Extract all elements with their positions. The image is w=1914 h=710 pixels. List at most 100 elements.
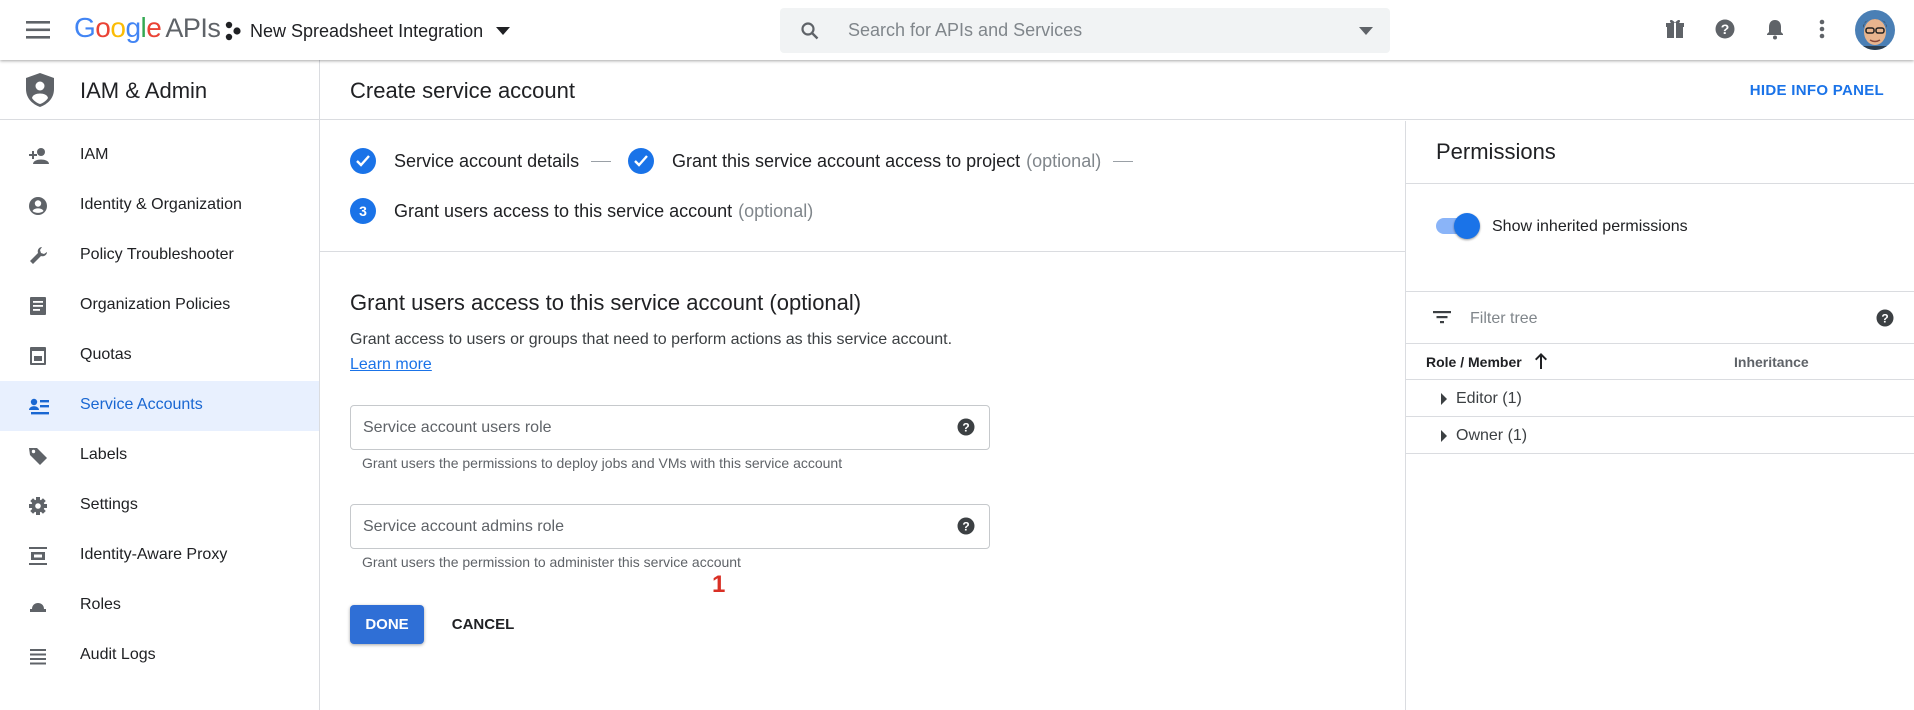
done-button[interactable]: DONE	[350, 605, 424, 644]
more-vert-icon[interactable]	[1818, 18, 1826, 40]
table-row[interactable]: Owner (1)	[1406, 417, 1914, 454]
notifications-icon[interactable]	[1766, 18, 1784, 40]
sidebar-item-label: Policy Troubleshooter	[80, 246, 234, 263]
svg-text:?: ?	[1721, 21, 1730, 37]
step-3-label: Grant users access to this service accou…	[394, 200, 733, 221]
step-2-optional: (optional)	[1026, 150, 1102, 171]
sidebar-item-label: Roles	[80, 596, 121, 613]
stepper: Service account details Grant this servi…	[320, 121, 1405, 252]
inherited-permissions-toggle[interactable]	[1436, 212, 1482, 239]
document-icon	[28, 296, 50, 316]
wrench-icon	[28, 246, 50, 266]
column-header-inheritance: Inheritance	[1734, 354, 1809, 370]
google-apis-logo[interactable]: Google APIs	[74, 12, 221, 44]
sidebar-item-audit-logs[interactable]: Audit Logs	[0, 631, 319, 681]
info-panel-title: Permissions	[1436, 139, 1556, 164]
chevron-down-icon	[495, 26, 511, 36]
menu-icon[interactable]	[24, 17, 52, 43]
learn-more-link[interactable]: Learn more	[350, 356, 432, 374]
sidebar-item-label: Audit Logs	[80, 646, 156, 663]
check-icon	[350, 148, 376, 174]
person-add-icon	[28, 146, 50, 166]
info-panel: Permissions Show inherited permissions ?…	[1405, 121, 1914, 710]
sidebar-item-label: Identity & Organization	[80, 196, 242, 213]
avatar[interactable]	[1855, 10, 1895, 50]
users-role-hint: Grant users the permissions to deploy jo…	[362, 455, 843, 471]
top-bar: GoogleAPIs New Spreadsheet Integration ?	[0, 0, 1914, 60]
search-box	[780, 8, 1390, 53]
roles-icon	[28, 596, 50, 616]
sidebar-title: IAM & Admin	[80, 78, 208, 103]
section-title: Grant users access to this service accou…	[350, 290, 862, 315]
search-dropdown-icon[interactable]	[1358, 26, 1374, 36]
page-title: Create service account	[350, 78, 575, 103]
step-1-label: Service account details	[394, 150, 580, 171]
sidebar-item-label: Labels	[80, 446, 128, 463]
search-icon[interactable]	[800, 21, 820, 41]
admins-role-input[interactable]	[363, 505, 943, 548]
sidebar-item-labels[interactable]: Labels	[0, 431, 319, 481]
users-role-input[interactable]	[363, 406, 943, 449]
chevron-right-icon[interactable]	[1440, 392, 1448, 406]
step-2-label: Grant this service account access to pro…	[672, 150, 1021, 171]
label-icon	[28, 446, 50, 466]
sidebar-item-iam[interactable]: IAM	[0, 131, 319, 181]
proxy-icon	[28, 546, 50, 566]
sidebar-item-roles[interactable]: Roles	[0, 581, 319, 631]
users-role-field: ?	[350, 405, 990, 450]
step-2[interactable]: Grant this service account access to pro…	[628, 148, 1134, 174]
main-content: Service account details Grant this servi…	[320, 121, 1405, 710]
sidebar-item-label: IAM	[80, 146, 109, 163]
check-icon	[628, 148, 654, 174]
svg-text:?: ?	[962, 520, 969, 534]
sidebar: IAM & Admin IAM Identity & Organization …	[0, 60, 320, 710]
project-icon	[224, 21, 242, 41]
search-input[interactable]	[848, 8, 1308, 53]
filter-icon[interactable]	[1432, 309, 1452, 325]
row-label: Editor (1)	[1456, 390, 1522, 407]
divider	[1406, 291, 1914, 292]
gift-icon[interactable]	[1665, 18, 1685, 40]
sidebar-item-quotas[interactable]: Quotas	[0, 331, 319, 381]
sidebar-item-label: Quotas	[80, 346, 132, 363]
sidebar-item-organization-policies[interactable]: Organization Policies	[0, 281, 319, 331]
step-connector	[591, 160, 612, 162]
section-description: Grant access to users or groups that nee…	[350, 331, 953, 348]
gear-icon	[28, 496, 50, 516]
sort-arrow-up-icon[interactable]	[1534, 352, 1548, 370]
sidebar-item-identity-organization[interactable]: Identity & Organization	[0, 181, 319, 231]
step-3-number: 3	[350, 198, 376, 224]
sidebar-item-label: Identity-Aware Proxy	[80, 546, 228, 563]
account-circle-icon	[28, 196, 50, 216]
step-1[interactable]: Service account details	[350, 148, 612, 174]
cancel-button[interactable]: CANCEL	[440, 605, 526, 644]
service-account-icon	[28, 396, 50, 416]
table-header: Role / Member Inheritance	[1406, 343, 1914, 380]
svg-text:?: ?	[962, 421, 969, 435]
table-row[interactable]: Editor (1)	[1406, 380, 1914, 417]
step-3[interactable]: 3 Grant users access to this service acc…	[350, 198, 813, 224]
list-icon	[28, 646, 50, 666]
toggle-label: Show inherited permissions	[1492, 218, 1688, 235]
hide-info-panel-button[interactable]: HIDE INFO PANEL	[1750, 82, 1884, 99]
toggle-knob	[1454, 213, 1480, 239]
annotation-marker: 1	[712, 571, 726, 598]
sidebar-item-identity-aware-proxy[interactable]: Identity-Aware Proxy	[0, 531, 319, 581]
svg-text:?: ?	[1881, 312, 1888, 326]
chevron-right-icon[interactable]	[1440, 429, 1448, 443]
help-icon[interactable]: ?	[1876, 309, 1894, 327]
content-header: Create service account HIDE INFO PANEL	[320, 60, 1914, 120]
help-icon[interactable]: ?	[957, 517, 975, 535]
admins-role-hint: Grant users the permission to administer…	[362, 554, 741, 570]
sidebar-item-label: Settings	[80, 496, 138, 513]
filter-tree-input[interactable]	[1470, 299, 1850, 339]
help-icon[interactable]: ?	[1714, 18, 1736, 40]
sidebar-item-policy-troubleshooter[interactable]: Policy Troubleshooter	[0, 231, 319, 281]
project-selector[interactable]: New Spreadsheet Integration	[224, 17, 511, 45]
sidebar-item-label: Organization Policies	[80, 296, 231, 313]
column-header-role-member[interactable]: Role / Member	[1426, 354, 1522, 370]
sidebar-item-settings[interactable]: Settings	[0, 481, 319, 531]
project-name: New Spreadsheet Integration	[250, 20, 484, 41]
help-icon[interactable]: ?	[957, 418, 975, 436]
sidebar-item-service-accounts[interactable]: Service Accounts	[0, 381, 319, 431]
